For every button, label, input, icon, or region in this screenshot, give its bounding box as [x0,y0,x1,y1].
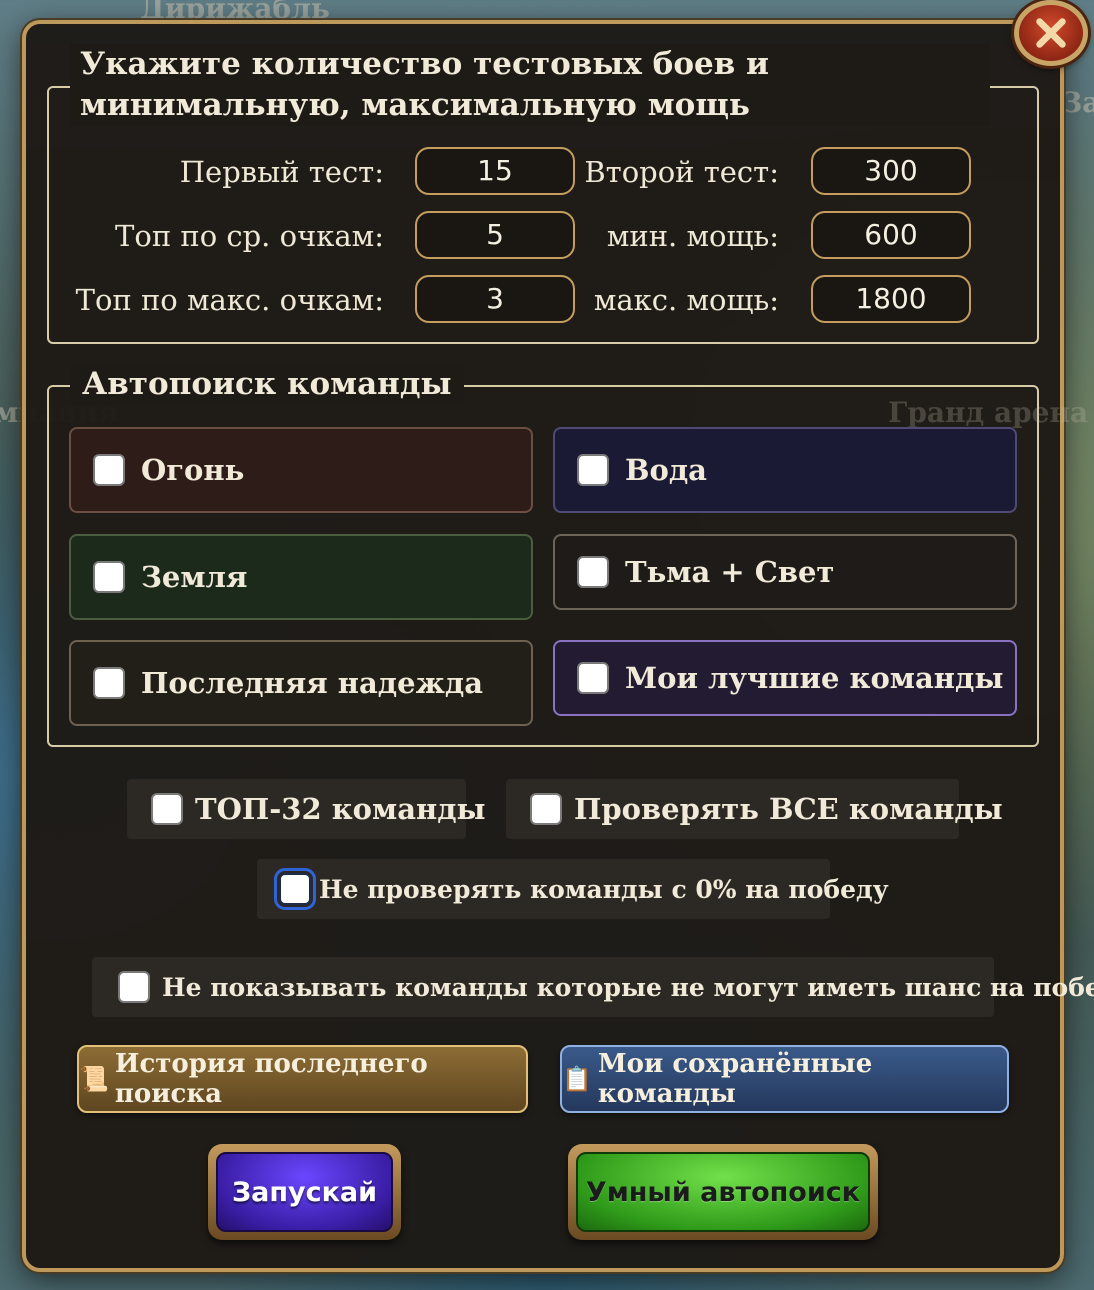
top-avg-score-label: Топ по ср. очкам: [115,219,384,253]
hide-no-chance-label: Не показывать команды которые не могут и… [162,972,1094,1002]
dark-light-checkbox[interactable] [577,556,609,588]
saved-teams-button[interactable]: 📋 Мои сохранённые команды [560,1045,1009,1113]
dark-light-label: Тьма + Свет [625,555,835,589]
max-power-label: макс. мощь: [593,283,779,317]
fire-checkbox[interactable] [93,454,125,486]
skip-zero-win-checkbox[interactable] [274,868,316,910]
saved-teams-label: Мои сохранённые команды [597,1049,873,1109]
background-label-right: За [1062,86,1094,119]
last-search-history-button[interactable]: 📜 История последнего поиска [77,1045,528,1113]
min-power-label: мин. мощь: [606,219,779,253]
team-option-dark-light[interactable]: Тьма + Свет [553,534,1017,610]
scroll-icon: 📜 [79,1065,109,1093]
smart-search-button-frame: Умный автопоиск [568,1144,878,1240]
team-option-my-best[interactable]: Мои лучшие команды [553,640,1017,716]
fire-label: Огонь [141,453,245,487]
close-button[interactable] [1014,0,1088,66]
water-checkbox[interactable] [577,454,609,486]
hide-no-chance-checkbox[interactable] [118,971,150,1003]
check-all-label: Проверять ВСЕ команды [574,792,1003,826]
my-best-checkbox[interactable] [577,662,609,694]
my-best-label: Мои лучшие команды [625,661,1004,695]
option-top32[interactable]: ТОП-32 команды [127,779,486,839]
team-option-last-hope[interactable]: Последняя надежда [69,640,533,726]
second-test-input[interactable]: 300 [811,147,971,195]
top32-checkbox[interactable] [151,793,183,825]
water-label: Вода [625,453,707,487]
start-button[interactable]: Запускай [216,1152,393,1232]
start-button-frame: Запускай [208,1144,401,1240]
max-power-input[interactable]: 1800 [811,275,971,323]
earth-label: Земля [141,560,248,594]
last-hope-checkbox[interactable] [93,667,125,699]
smart-autosearch-button[interactable]: Умный автопоиск [576,1152,870,1232]
team-option-earth[interactable]: Земля [69,534,533,620]
earth-checkbox[interactable] [93,561,125,593]
check-all-checkbox[interactable] [530,793,562,825]
team-option-fire[interactable]: Огонь [69,427,533,513]
second-test-label: Второй тест: [584,155,779,189]
min-power-input[interactable]: 600 [811,211,971,259]
background-label-grand-arena: Гранд арена [888,396,1089,429]
first-test-label: Первый тест: [179,155,384,189]
option-skip-zero-win[interactable]: Не проверять команды с 0% на победу [257,859,889,919]
test-settings-title: Укажите количество тестовых боев и миним… [70,44,990,126]
team-autosearch-title: Автопоиск команды [70,364,464,405]
top-max-score-label: Топ по макс. очкам: [75,283,384,317]
top32-label: ТОП-32 команды [195,792,486,826]
last-search-history-label: История последнего поиска [114,1049,428,1109]
team-option-water[interactable]: Вода [553,427,1017,513]
option-check-all[interactable]: Проверять ВСЕ команды [506,779,1003,839]
last-hope-label: Последняя надежда [141,666,483,700]
close-x-icon [1036,18,1066,48]
skip-zero-win-label: Не проверять команды с 0% на победу [319,874,889,904]
option-hide-no-chance[interactable]: Не показывать команды которые не могут и… [92,957,1094,1017]
clipboard-icon: 📋 [562,1065,592,1093]
